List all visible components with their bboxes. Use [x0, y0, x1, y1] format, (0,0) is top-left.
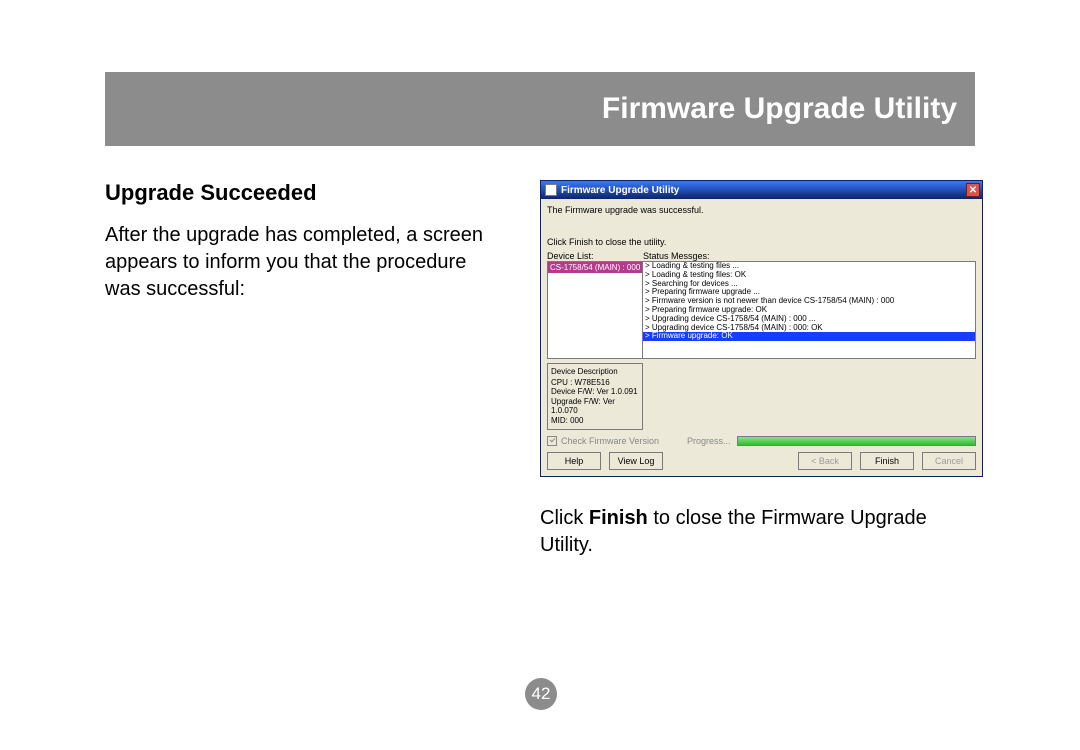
window-title: Firmware Upgrade Utility: [561, 185, 679, 196]
progress-row: Check Firmware Version Progress...: [547, 436, 976, 446]
right-column: Firmware Upgrade Utility ✕ The Firmware …: [540, 180, 985, 559]
device-list-item[interactable]: CS-1758/54 (MAIN) : 000: [548, 262, 642, 273]
window-body: The Firmware upgrade was successful. Cli…: [541, 199, 982, 476]
chapter-title: Firmware Upgrade Utility: [602, 92, 957, 126]
left-column: Upgrade Succeeded After the upgrade has …: [105, 180, 500, 303]
window-titlebar: Firmware Upgrade Utility ✕: [541, 181, 982, 199]
help-button[interactable]: Help: [547, 452, 601, 470]
page-number: 42: [525, 678, 557, 710]
success-message: The Firmware upgrade was successful.: [547, 205, 976, 215]
finish-instruction: Click Finish to close the utility.: [547, 237, 976, 247]
caption-bold: Finish: [589, 507, 648, 529]
cancel-button: Cancel: [922, 452, 976, 470]
device-desc-device-fw: Device F/W: Ver 1.0.091: [551, 387, 639, 397]
check-firmware-checkbox[interactable]: [547, 436, 557, 446]
intro-paragraph: After the upgrade has completed, a scree…: [105, 222, 500, 303]
check-firmware-label: Check Firmware Version: [561, 436, 659, 446]
list-headers: Device List: Status Messges:: [547, 251, 976, 261]
app-icon: [545, 184, 557, 196]
caption-pre: Click: [540, 507, 589, 529]
screenshot-window: Firmware Upgrade Utility ✕ The Firmware …: [540, 180, 983, 477]
device-desc-upgrade-fw: Upgrade F/W: Ver 1.0.070: [551, 397, 639, 416]
button-row: Help View Log < Back Finish Cancel: [547, 452, 976, 470]
close-icon[interactable]: ✕: [966, 183, 980, 197]
device-list-label: Device List:: [547, 251, 643, 261]
device-description-title: Device Description: [551, 367, 639, 377]
status-line-highlighted: > Firmware upgrade: OK: [643, 332, 975, 341]
device-list-panel[interactable]: CS-1758/54 (MAIN) : 000: [547, 261, 643, 359]
view-log-button[interactable]: View Log: [609, 452, 663, 470]
device-desc-mid: MID: 000: [551, 416, 639, 426]
progress-bar: [737, 436, 976, 446]
chapter-header: Firmware Upgrade Utility: [105, 72, 975, 146]
device-description-box: Device Description CPU : W78E516 Device …: [547, 363, 643, 430]
caption-paragraph: Click Finish to close the Firmware Upgra…: [540, 505, 985, 559]
section-heading: Upgrade Succeeded: [105, 180, 500, 206]
back-button: < Back: [798, 452, 852, 470]
device-desc-cpu: CPU : W78E516: [551, 378, 639, 388]
status-messages-label: Status Messges:: [643, 251, 976, 261]
finish-button[interactable]: Finish: [860, 452, 914, 470]
progress-label: Progress...: [687, 436, 731, 446]
status-messages-panel[interactable]: > Loading & testing files ... > Loading …: [643, 261, 976, 359]
